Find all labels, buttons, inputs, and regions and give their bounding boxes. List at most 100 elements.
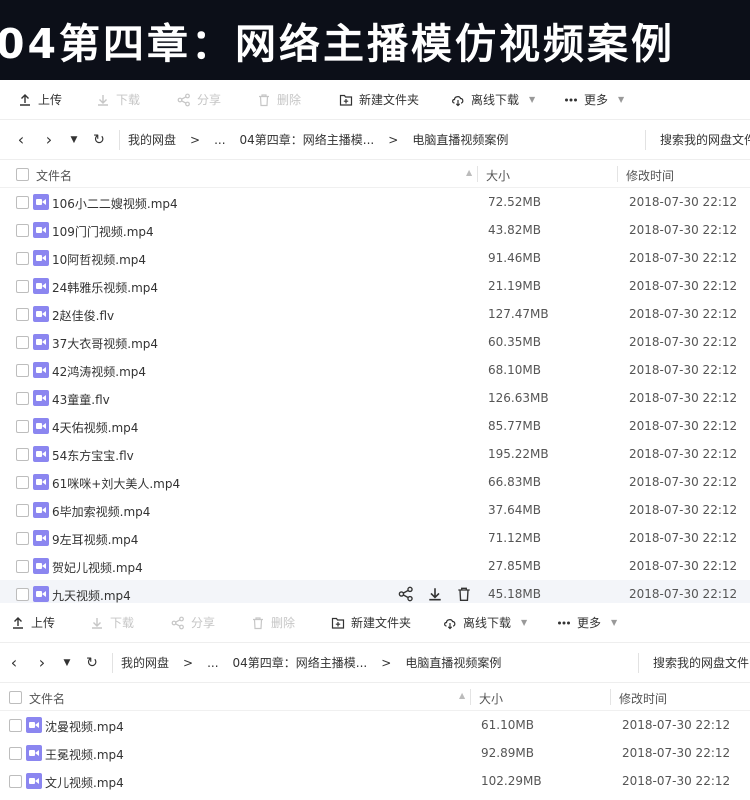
select-all-checkbox[interactable] <box>16 168 29 181</box>
column-modified[interactable]: 修改时间 <box>626 167 674 184</box>
file-name[interactable]: 沈曼视频.mp4 <box>45 718 124 735</box>
file-row[interactable]: 24韩雅乐视频.mp4 21.19MB 2018-07-30 22:12 <box>0 272 750 300</box>
file-name[interactable]: 2赵佳俊.flv <box>52 307 114 324</box>
file-row[interactable]: 37大衣哥视频.mp4 60.35MB 2018-07-30 22:12 <box>0 328 750 356</box>
forward-icon[interactable]: › <box>35 130 63 149</box>
refresh-icon[interactable]: ↻ <box>85 132 113 148</box>
share-button[interactable]: 分享 <box>171 603 251 642</box>
share-button[interactable]: 分享 <box>177 80 257 119</box>
row-checkbox[interactable] <box>16 588 29 601</box>
row-checkbox[interactable] <box>16 420 29 433</box>
breadcrumb-chapter[interactable]: 04第四章：网络主播模... <box>240 131 375 148</box>
file-row[interactable]: 109门门视频.mp4 43.82MB 2018-07-30 22:12 <box>0 216 750 244</box>
column-modified[interactable]: 修改时间 <box>619 690 667 707</box>
file-row[interactable]: 42鸿涛视频.mp4 68.10MB 2018-07-30 22:12 <box>0 356 750 384</box>
file-name[interactable]: 24韩雅乐视频.mp4 <box>52 279 158 296</box>
chevron-down-icon[interactable]: ▼ <box>529 95 535 104</box>
row-checkbox[interactable] <box>16 308 29 321</box>
row-checkbox[interactable] <box>16 504 29 517</box>
download-button[interactable]: 下载 <box>96 80 177 119</box>
file-name[interactable]: 王冕视频.mp4 <box>45 746 124 763</box>
file-row[interactable]: 54东方宝宝.flv 195.22MB 2018-07-30 22:12 <box>0 440 750 468</box>
row-checkbox[interactable] <box>16 252 29 265</box>
row-checkbox[interactable] <box>16 560 29 573</box>
file-name[interactable]: 九天视频.mp4 <box>52 587 131 604</box>
new-folder-button[interactable]: 新建文件夹 <box>331 603 443 642</box>
row-checkbox[interactable] <box>16 280 29 293</box>
file-row[interactable]: 2赵佳俊.flv 127.47MB 2018-07-30 22:12 <box>0 300 750 328</box>
trash-icon[interactable] <box>456 586 472 602</box>
download-button[interactable]: 下载 <box>90 603 171 642</box>
column-size[interactable]: 大小 <box>479 690 503 707</box>
file-name[interactable]: 文儿视频.mp4 <box>45 774 124 791</box>
sort-icon[interactable]: ▲ <box>466 168 472 177</box>
select-all-checkbox[interactable] <box>9 691 22 704</box>
breadcrumb-ellipsis[interactable]: ... <box>214 133 225 147</box>
file-name[interactable]: 9左耳视频.mp4 <box>52 531 138 548</box>
file-row[interactable]: 王冕视频.mp4 92.89MB 2018-07-30 22:12 <box>0 739 750 767</box>
breadcrumb-root[interactable]: 我的网盘 <box>128 131 176 148</box>
file-row[interactable]: 43童童.flv 126.63MB 2018-07-30 22:12 <box>0 384 750 412</box>
offline-download-button[interactable]: 离线下载 ▼ <box>443 603 557 642</box>
chevron-down-icon[interactable]: ▼ <box>63 135 85 145</box>
chevron-down-icon[interactable]: ▼ <box>611 618 617 627</box>
sort-icon[interactable]: ▲ <box>459 691 465 700</box>
file-row[interactable]: 9左耳视频.mp4 71.12MB 2018-07-30 22:12 <box>0 524 750 552</box>
back-icon[interactable]: ‹ <box>0 653 28 672</box>
breadcrumb-current[interactable]: 电脑直播视频案例 <box>405 654 501 671</box>
file-name[interactable]: 61咪咪+刘大美人.mp4 <box>52 475 180 492</box>
row-checkbox[interactable] <box>16 532 29 545</box>
new-folder-button[interactable]: 新建文件夹 <box>339 80 451 119</box>
search-input[interactable]: 搜索我的网盘文件 <box>645 130 750 150</box>
file-row[interactable]: 沈曼视频.mp4 61.10MB 2018-07-30 22:12 <box>0 711 750 739</box>
file-name[interactable]: 109门门视频.mp4 <box>52 223 154 240</box>
row-checkbox[interactable] <box>16 392 29 405</box>
file-name[interactable]: 54东方宝宝.flv <box>52 447 134 464</box>
row-checkbox[interactable] <box>16 364 29 377</box>
file-name[interactable]: 6毕加索视频.mp4 <box>52 503 150 520</box>
row-checkbox[interactable] <box>9 747 22 760</box>
forward-icon[interactable]: › <box>28 653 56 672</box>
file-name[interactable]: 贺妃儿视频.mp4 <box>52 559 143 576</box>
row-checkbox[interactable] <box>9 719 22 732</box>
row-checkbox[interactable] <box>16 448 29 461</box>
offline-download-button[interactable]: 离线下载 ▼ <box>451 80 564 119</box>
file-name[interactable]: 106小二二嫂视频.mp4 <box>52 195 178 212</box>
file-name[interactable]: 10阿哲视频.mp4 <box>52 251 146 268</box>
file-row[interactable]: 61咪咪+刘大美人.mp4 66.83MB 2018-07-30 22:12 <box>0 468 750 496</box>
more-button[interactable]: 更多 ▼ <box>557 603 637 642</box>
upload-button[interactable]: 上传 <box>18 80 96 119</box>
column-size[interactable]: 大小 <box>486 167 510 184</box>
file-name[interactable]: 42鸿涛视频.mp4 <box>52 363 146 380</box>
share-icon[interactable] <box>398 586 414 602</box>
search-input[interactable]: 搜索我的网盘文件 <box>638 653 750 673</box>
download-icon[interactable] <box>427 586 443 602</box>
chevron-down-icon[interactable]: ▼ <box>618 95 624 104</box>
breadcrumb-root[interactable]: 我的网盘 <box>121 654 169 671</box>
row-checkbox[interactable] <box>16 224 29 237</box>
row-checkbox[interactable] <box>9 775 22 788</box>
file-name[interactable]: 4天佑视频.mp4 <box>52 419 138 436</box>
column-name[interactable]: 文件名 <box>36 167 72 184</box>
refresh-icon[interactable]: ↻ <box>78 655 106 671</box>
more-button[interactable]: 更多 ▼ <box>564 80 644 119</box>
file-row[interactable]: 文儿视频.mp4 102.29MB 2018-07-30 22:12 <box>0 767 750 795</box>
delete-button[interactable]: 删除 <box>257 80 339 119</box>
upload-button[interactable]: 上传 <box>11 603 90 642</box>
file-row[interactable]: 6毕加索视频.mp4 37.64MB 2018-07-30 22:12 <box>0 496 750 524</box>
row-checkbox[interactable] <box>16 336 29 349</box>
column-name[interactable]: 文件名 <box>29 690 65 707</box>
file-row[interactable]: 106小二二嫂视频.mp4 72.52MB 2018-07-30 22:12 <box>0 188 750 216</box>
row-checkbox[interactable] <box>16 476 29 489</box>
file-row[interactable]: 4天佑视频.mp4 85.77MB 2018-07-30 22:12 <box>0 412 750 440</box>
delete-button[interactable]: 删除 <box>251 603 331 642</box>
chevron-down-icon[interactable]: ▼ <box>521 618 527 627</box>
file-row[interactable]: 贺妃儿视频.mp4 27.85MB 2018-07-30 22:12 <box>0 552 750 580</box>
file-name[interactable]: 37大衣哥视频.mp4 <box>52 335 158 352</box>
breadcrumb-ellipsis[interactable]: ... <box>207 656 218 670</box>
file-name[interactable]: 43童童.flv <box>52 391 110 408</box>
breadcrumb-current[interactable]: 电脑直播视频案例 <box>412 131 508 148</box>
row-checkbox[interactable] <box>16 196 29 209</box>
back-icon[interactable]: ‹ <box>7 130 35 149</box>
breadcrumb-chapter[interactable]: 04第四章：网络主播模... <box>233 654 368 671</box>
